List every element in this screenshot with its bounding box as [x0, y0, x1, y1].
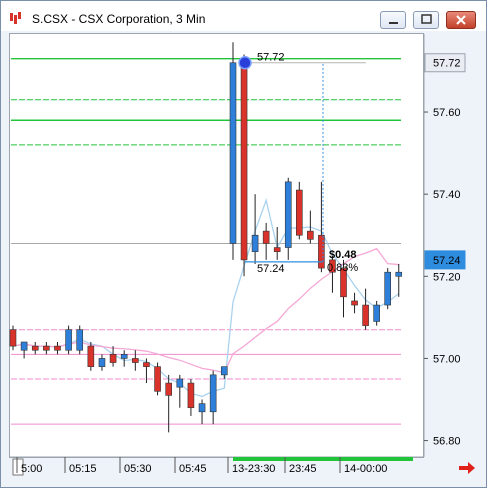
price-tick-label: 56.80	[433, 436, 461, 448]
current-price-tag-label: 57.72	[433, 58, 461, 70]
candle-body[interactable]	[229, 62, 237, 244]
candle-body[interactable]	[98, 358, 106, 367]
candle-body[interactable]	[109, 354, 117, 363]
candle-body[interactable]	[54, 345, 61, 351]
price-tick-label: 57.00	[433, 353, 461, 365]
moving-average-fast	[12, 198, 400, 398]
chart-window: S.CSX - CSX Corporation, 3 Min 57.60 57.4…	[0, 0, 487, 488]
candle-body[interactable]	[187, 382, 195, 409]
candle-body[interactable]	[43, 345, 50, 351]
candle-body[interactable]	[362, 304, 369, 326]
candle-body[interactable]	[351, 300, 358, 306]
candle-body[interactable]	[284, 181, 292, 248]
candle-body[interactable]	[198, 403, 206, 413]
candle-body[interactable]	[120, 354, 128, 359]
candle-body[interactable]	[220, 366, 228, 376]
time-tick-label: 13-23:30	[232, 463, 275, 475]
time-tick-label: 23:45	[289, 463, 317, 475]
candle-body[interactable]	[9, 329, 17, 347]
time-tick-label: 05:15	[69, 463, 97, 475]
change-annotation-label: $0.48	[329, 249, 357, 261]
candle-body[interactable]	[76, 329, 84, 351]
candle-body[interactable]	[273, 247, 281, 252]
candle-body[interactable]	[295, 189, 303, 236]
candle-body[interactable]	[154, 366, 161, 392]
candle-body[interactable]	[176, 378, 184, 388]
candle-body[interactable]	[251, 234, 259, 252]
price-chart[interactable]: 57.60 57.40 57.20 57.00 56.80 57.72 57.24 5:00 0…	[1, 1, 487, 489]
candle-body[interactable]	[307, 230, 314, 240]
candle-body[interactable]	[262, 230, 270, 244]
candle-body[interactable]	[132, 358, 139, 363]
candle-body[interactable]	[31, 345, 39, 351]
time-tick-label: 14-00:00	[344, 463, 387, 475]
low-annotation-label: 57.24	[257, 263, 285, 275]
candle-body[interactable]	[20, 341, 28, 351]
candle-body[interactable]	[143, 362, 150, 367]
high-annotation-label: 57.72	[257, 52, 285, 64]
candle-body[interactable]	[240, 62, 248, 261]
current-price-tag-label: 57.24	[433, 255, 461, 267]
highlight-star-icon[interactable]	[238, 55, 252, 70]
candle-body[interactable]	[384, 271, 392, 306]
price-tick-label: 57.60	[433, 107, 461, 119]
price-tick-label: 57.40	[433, 189, 461, 201]
session-bar	[233, 457, 413, 461]
time-tick-label: 05:45	[179, 463, 207, 475]
time-tick-label: 5:00	[21, 463, 42, 475]
time-tick-label: 05:30	[124, 463, 152, 475]
candle-body[interactable]	[87, 345, 95, 367]
candle-body[interactable]	[209, 374, 217, 413]
scroll-right-arrow-icon[interactable]	[457, 459, 477, 477]
candle-body[interactable]	[373, 304, 380, 322]
percent-annotation-label: 0.83%	[327, 262, 358, 274]
candle-body[interactable]	[395, 271, 403, 277]
candle-body[interactable]	[65, 329, 72, 351]
price-tick-label: 57.20	[433, 271, 461, 283]
candle-body[interactable]	[165, 382, 172, 396]
